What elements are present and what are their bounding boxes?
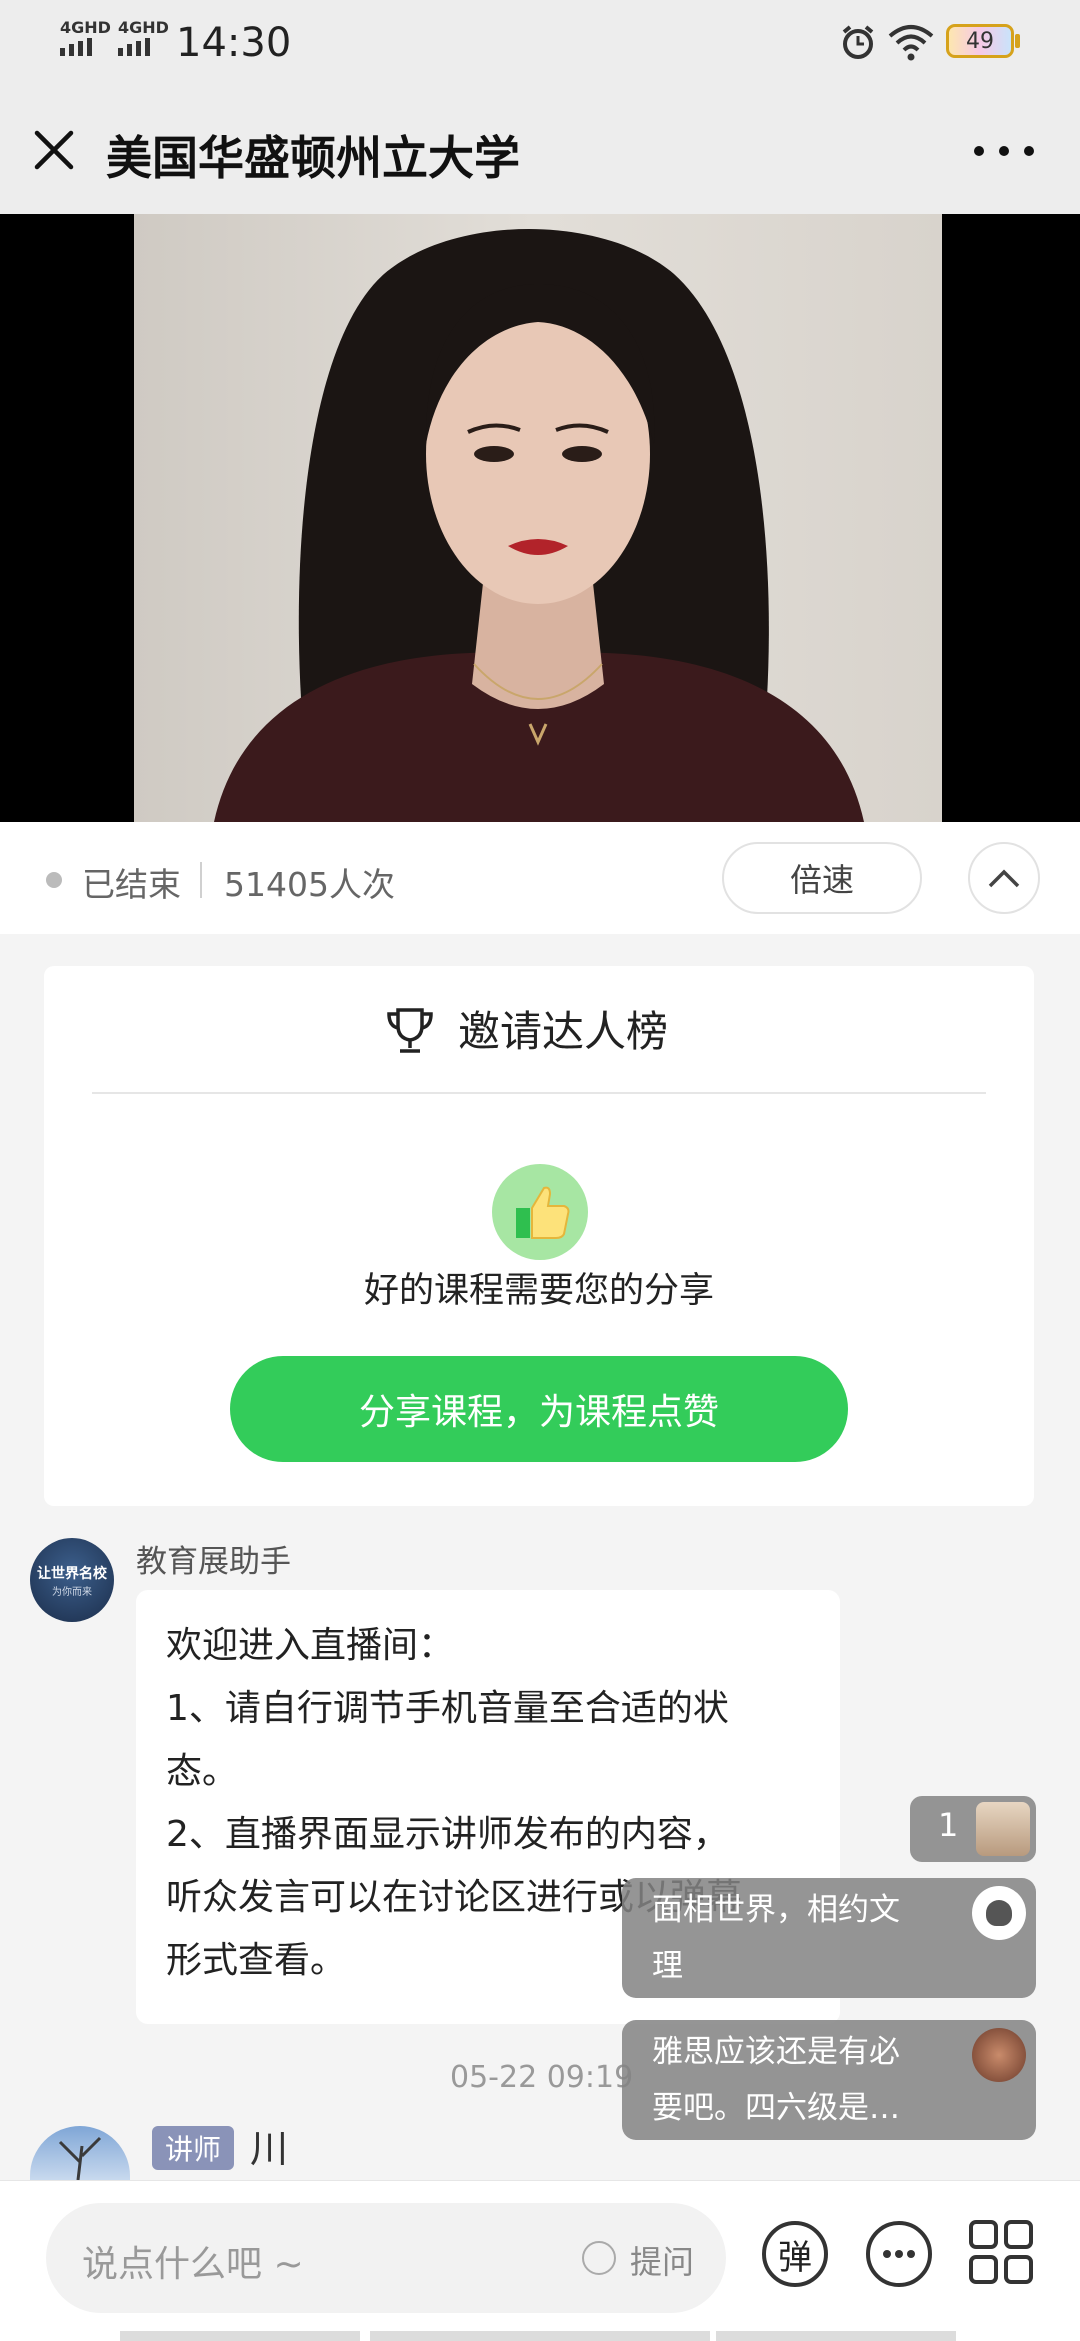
avatar — [972, 1886, 1026, 1940]
avatar — [972, 2028, 1026, 2082]
chat-bubble-icon — [883, 2250, 915, 2258]
network-indicator: 4GHD — [60, 18, 111, 37]
message-line: 2、直播界面显示讲师发布的内容， — [166, 1814, 729, 1855]
view-count: 51405人次 — [224, 865, 395, 904]
live-info-bar: 已结束 51405人次 倍速 — [0, 822, 1080, 934]
close-icon[interactable] — [32, 128, 76, 172]
network-indicator: 4GHD — [118, 18, 169, 37]
lecturer-avatar[interactable] — [30, 2126, 130, 2180]
bottom-bar: 说点什么吧 ~ 提问 弹 — [0, 2180, 1080, 2341]
lecturer-name: 川 — [250, 2127, 289, 2171]
message-line: 态。 — [166, 1751, 239, 1792]
grid-menu-icon[interactable] — [968, 2219, 1034, 2285]
comment-button[interactable] — [866, 2221, 932, 2287]
invite-leaderboard-card: 邀请达人榜 好的课程需要您的分享 分享课程，为课程点赞 — [44, 966, 1034, 1506]
avatar[interactable]: 让世界名校 为你而来 — [30, 1538, 114, 1622]
message-line: 欢迎进入直播间： — [166, 1625, 455, 1666]
video-player[interactable] — [0, 214, 1080, 822]
share-message: 好的课程需要您的分享 — [363, 1271, 714, 1311]
share-course-button[interactable]: 分享课程，为课程点赞 — [230, 1356, 848, 1462]
alarm-icon — [842, 25, 874, 59]
danmaku-toggle-button[interactable]: 弹 — [762, 2221, 828, 2287]
viewer-count: 1 — [938, 1806, 959, 1844]
playback-speed-button[interactable]: 倍速 — [722, 842, 922, 914]
comment-input[interactable]: 说点什么吧 ~ 提问 — [46, 2203, 726, 2313]
message-timestamp: 05-22 09:19 — [450, 2060, 634, 2095]
speaker-video-image — [214, 229, 864, 822]
ask-checkbox[interactable] — [582, 2241, 616, 2275]
danmaku-message: 雅思应该还是有必 要吧。四六级是… — [622, 2020, 1036, 2140]
wifi-icon — [888, 25, 934, 61]
title-bar: 美国华盛顿州立大学 — [0, 84, 1080, 214]
thumbs-up-icon — [492, 1164, 588, 1260]
trophy-icon — [387, 1008, 433, 1053]
sender-name: 教育展助手 — [136, 1544, 291, 1580]
danmaku-message: 面相世界，相约文 理 — [622, 1878, 1036, 1998]
live-status: 已结束 — [82, 865, 181, 904]
card-title: 邀请达人榜 — [458, 1007, 669, 1056]
viewer-avatar — [976, 1802, 1030, 1856]
chevron-up-icon — [988, 869, 1020, 888]
message-line: 1、请自行调节手机音量至合适的状 — [166, 1688, 729, 1729]
collapse-button[interactable] — [968, 842, 1040, 914]
lecturer-badge: 讲师 — [152, 2126, 234, 2170]
battery-icon: 49 — [946, 24, 1014, 58]
divider — [92, 1092, 986, 1094]
status-dot-icon — [46, 872, 62, 888]
page-title: 美国华盛顿州立大学 — [106, 131, 520, 185]
online-viewers-pill[interactable]: 1 — [910, 1796, 1036, 1862]
signal-bars-icon — [118, 38, 150, 56]
video-frame — [134, 214, 942, 822]
ask-label: 提问 — [630, 2243, 695, 2281]
clock: 14:30 — [176, 20, 292, 66]
status-bar: 4GHD 4GHD 14:30 49 — [0, 0, 1080, 84]
divider — [200, 862, 202, 898]
more-icon[interactable] — [974, 146, 1034, 160]
battery-level: 49 — [966, 28, 994, 54]
signal-bars-icon — [60, 38, 92, 56]
input-placeholder: 说点什么吧 ~ — [82, 2244, 304, 2285]
